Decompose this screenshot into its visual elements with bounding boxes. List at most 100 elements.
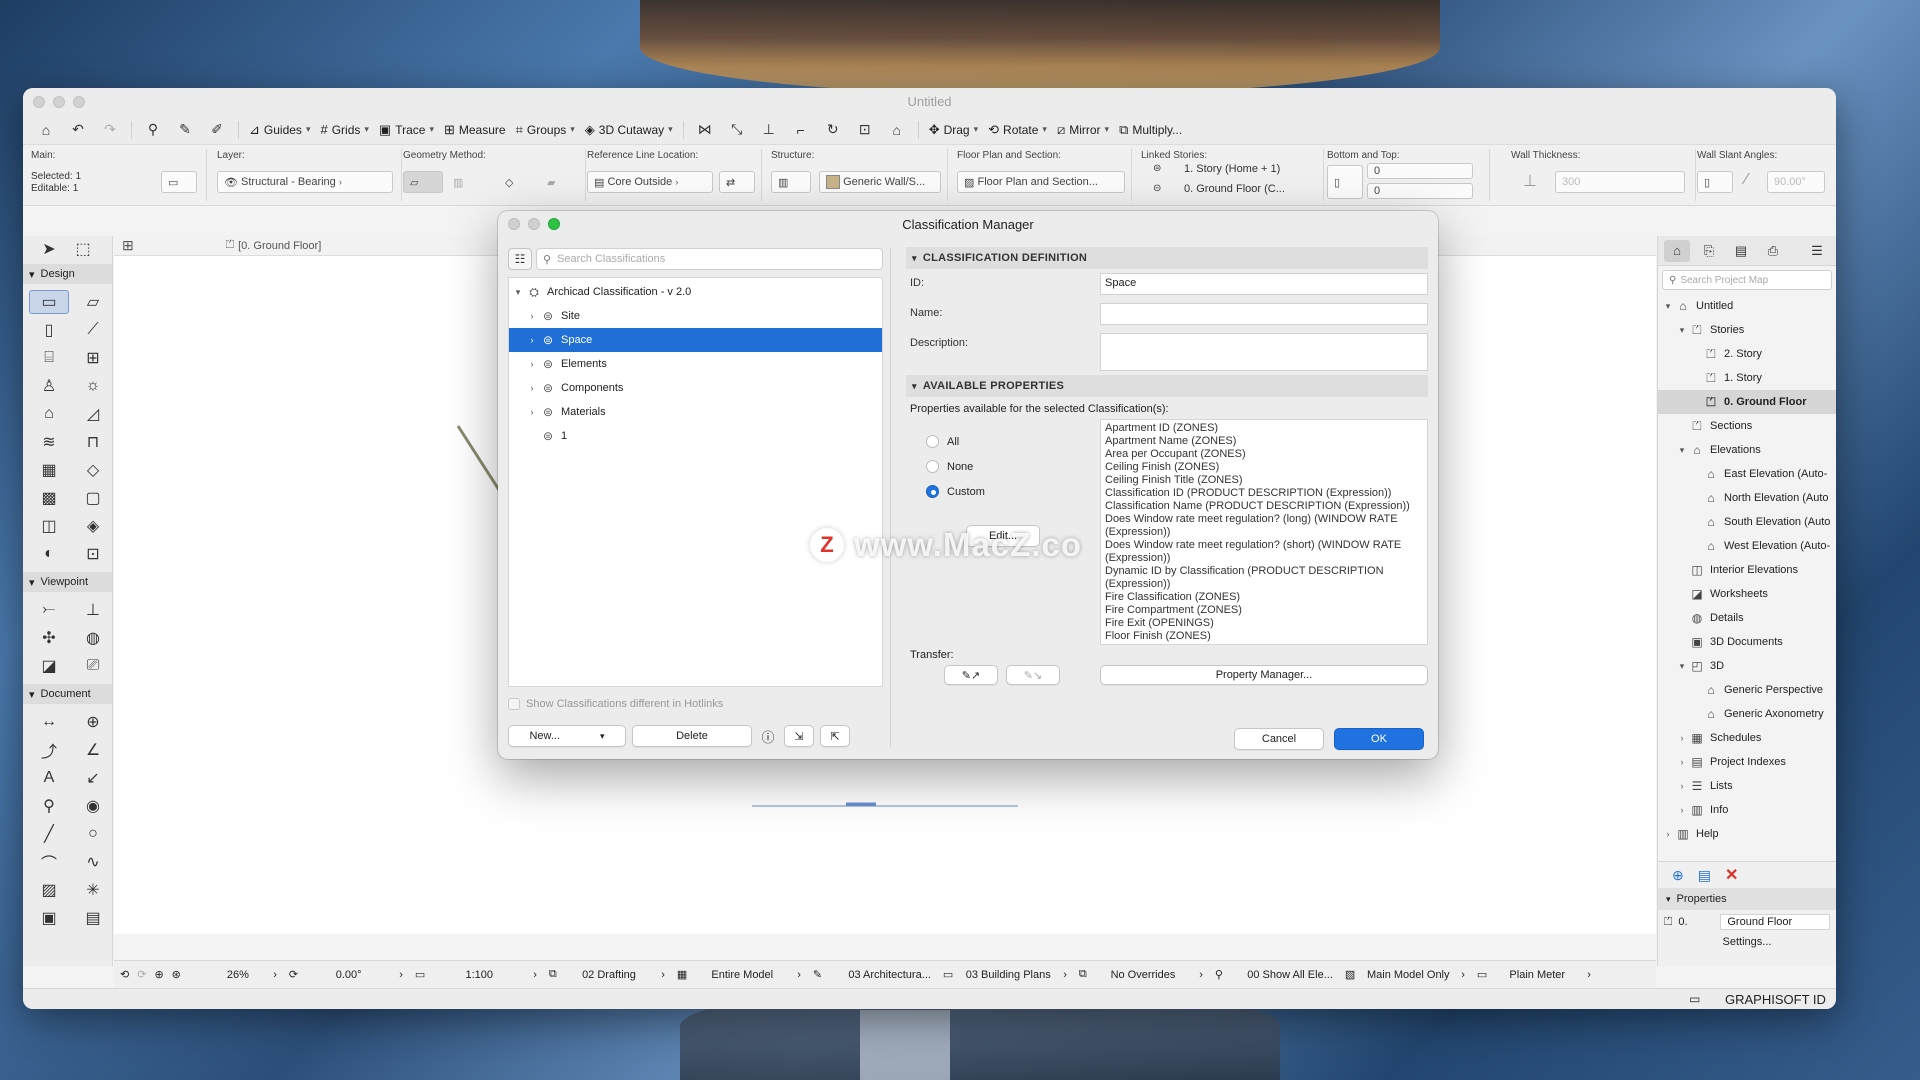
tree-item-1[interactable]: ⊜ 1 <box>509 424 882 448</box>
delete-button[interactable]: Delete <box>632 725 752 747</box>
bottom-offset-input[interactable]: 0 <box>1367 183 1473 199</box>
properties-header[interactable]: ▾ Properties <box>1658 888 1836 910</box>
redo-zoom-icon[interactable]: ⟳ <box>137 968 146 981</box>
guides-button[interactable]: ⊿ Guides ▾ <box>249 122 310 138</box>
import-icon[interactable]: ⇲ <box>784 725 814 747</box>
lamp-tool-icon[interactable]: ☼ <box>73 374 113 398</box>
multiply-button[interactable]: ⧉ Multiply... <box>1119 122 1182 138</box>
measure-button[interactable]: ⊞ Measure <box>444 122 506 138</box>
mirror-button[interactable]: ⧄ Mirror ▾ <box>1057 122 1109 138</box>
transfer-out-icon[interactable]: ✎↗ <box>944 665 998 685</box>
project-map-tab-icon[interactable]: ⌂ <box>1664 239 1690 262</box>
fit-in-window-icon[interactable]: ⊛ <box>172 968 181 981</box>
skylight-tool-icon[interactable]: ◫ <box>29 514 69 538</box>
tree-item-schedules[interactable]: › ▦ Schedules <box>1658 726 1836 750</box>
pick-up-icon[interactable]: ⚲ <box>142 120 164 140</box>
override-select[interactable]: ⧉ No Overrides › <box>1073 968 1209 981</box>
tree-item-story-1[interactable]: ⏍ 1. Story <box>1658 366 1836 390</box>
geometry-straight-button[interactable]: ▱ <box>403 171 443 193</box>
text-tool-icon[interactable]: A <box>29 766 69 790</box>
list-view-icon[interactable]: ☷ <box>508 248 532 270</box>
roof-tool-icon[interactable]: ⌂ <box>29 402 69 426</box>
section-tool-icon[interactable]: ⤚ <box>29 598 69 622</box>
tree-item-lists[interactable]: › ☰ Lists <box>1658 774 1836 798</box>
flip-refline-button[interactable]: ⇄ <box>719 171 755 193</box>
tree-item-story-2[interactable]: ⏍ 2. Story <box>1658 342 1836 366</box>
marker-tool-icon[interactable]: ⚲ <box>29 794 69 818</box>
pen-set-select[interactable]: ✎ 03 Architectura... <box>807 968 937 982</box>
graphisoft-id-icon[interactable]: ▭ <box>1689 992 1700 1006</box>
detail-tool-icon[interactable]: ◪ <box>29 654 69 678</box>
tree-item-south-elevation[interactable]: ⌂ South Elevation (Auto <box>1658 510 1836 534</box>
tree-item-north-elevation[interactable]: ⌂ North Elevation (Auto <box>1658 486 1836 510</box>
scale-select[interactable]: ▭ 1:100 › <box>409 968 543 982</box>
project-map-search[interactable]: ⚲ Search Project Map <box>1662 270 1832 290</box>
railing-tool-icon[interactable]: ⊓ <box>73 430 113 454</box>
zoom-in-icon[interactable]: ⊕ <box>154 968 163 981</box>
add-view-icon[interactable]: ⊕ <box>1672 867 1684 884</box>
zoom-controls[interactable]: ⟲ ⟳ ⊕ ⊛ <box>114 968 187 981</box>
interior-elevation-tool-icon[interactable]: ✣ <box>29 626 69 650</box>
tree-item-help[interactable]: › ▥ Help <box>1658 822 1836 846</box>
tree-item-worksheets[interactable]: ◪ Worksheets <box>1658 582 1836 606</box>
transfer-in-icon[interactable]: ✎↘ <box>1006 665 1060 685</box>
tree-item-info[interactable]: › ▥ Info <box>1658 798 1836 822</box>
linked-top-value[interactable]: 1. Story (Home + 1) <box>1184 163 1280 175</box>
split-icon[interactable]: ⋈ <box>694 120 716 140</box>
spline-tool-icon[interactable]: ∿ <box>73 850 113 874</box>
slab-tool-icon[interactable]: ▱ <box>73 290 113 314</box>
view-settings-icon[interactable]: ▤ <box>1698 867 1711 884</box>
structure-type-button[interactable]: ▥ <box>771 171 811 193</box>
offset-icon[interactable]: ↻ <box>822 120 844 140</box>
morph-tool-icon[interactable]: ▩ <box>29 486 69 510</box>
panel-tool-icon[interactable]: ◐ <box>29 542 69 566</box>
layout-book-tab-icon[interactable]: ▤ <box>1728 240 1754 262</box>
refline-select[interactable]: ▤ Core Outside › <box>587 171 713 193</box>
column-tool-icon[interactable]: ▯ <box>29 318 69 342</box>
geometry-polygon-button[interactable]: ◇ <box>499 171 529 193</box>
radial-dimension-tool-icon[interactable]: ⤴ <box>29 738 69 762</box>
mesh-tool-icon[interactable]: ◇ <box>73 458 113 482</box>
camera-tool-icon[interactable]: ⎚ <box>73 654 113 678</box>
arrow-tool-icon[interactable]: ➤ <box>37 237 61 261</box>
window-tool-icon[interactable]: ⊞ <box>73 346 113 370</box>
beam-tool-icon[interactable]: ⟋ <box>73 318 113 342</box>
tree-item-stories[interactable]: ▾ ⏍ Stories <box>1658 318 1836 342</box>
new-button[interactable]: New... ▾ <box>508 725 626 747</box>
shell-tool-icon[interactable]: ◿ <box>73 402 113 426</box>
design-section-header[interactable]: ▾ Design <box>23 264 112 284</box>
dialog-close-button[interactable] <box>508 218 520 230</box>
undo-icon[interactable]: ↶ <box>67 120 89 140</box>
dimension-tool-icon[interactable]: ↔ <box>29 710 69 734</box>
model-only-select[interactable]: ▧ Main Model Only › <box>1339 968 1471 982</box>
tree-item-ground-floor[interactable]: ⏍ 0. Ground Floor <box>1658 390 1836 414</box>
opening-tool-icon[interactable]: ◈ <box>73 514 113 538</box>
line-tool-icon[interactable]: ╱ <box>29 822 69 846</box>
tree-item-generic-perspective[interactable]: ⌂ Generic Perspective <box>1658 678 1836 702</box>
stair-tool-icon[interactable]: ≋ <box>29 430 69 454</box>
show-hotlinks-checkbox[interactable]: Show Classifications different in Hotlin… <box>508 695 883 713</box>
label-tool-icon[interactable]: ↙ <box>73 766 113 790</box>
definition-section-header[interactable]: ▾ CLASSIFICATION DEFINITION <box>906 247 1428 269</box>
tree-item-east-elevation[interactable]: ⌂ East Elevation (Auto- <box>1658 462 1836 486</box>
zone-tool-icon[interactable]: ▢ <box>73 486 113 510</box>
prop-name-field[interactable]: Ground Floor <box>1720 914 1831 930</box>
cutaway-button[interactable]: ◈ 3D Cutaway ▾ <box>585 122 673 138</box>
wall-tool-icon[interactable]: ▭ <box>29 290 69 314</box>
slant-input[interactable]: 90.00° <box>1767 171 1825 193</box>
tree-item-details[interactable]: ◍ Details <box>1658 606 1836 630</box>
tree-item-components[interactable]: › ⊜ Components <box>509 376 882 400</box>
worksheet-tool-icon[interactable]: ◍ <box>73 626 113 650</box>
tree-item-space[interactable]: › ⊜ Space <box>509 328 882 352</box>
zoom-select[interactable]: 26% › <box>187 969 283 981</box>
view-tab[interactable]: ⏍ [0. Ground Floor] <box>226 239 322 252</box>
eyedropper-icon[interactable]: ✎ <box>174 120 196 140</box>
marquee-tool-icon[interactable]: ⬚ <box>71 237 95 261</box>
tree-item-archicad-classification[interactable]: ▾ ⛭ Archicad Classification - v 2.0 <box>509 280 882 304</box>
layer-select[interactable]: 👁 Structural - Bearing › <box>217 171 393 193</box>
cancel-button[interactable]: Cancel <box>1234 728 1324 750</box>
tree-item-west-elevation[interactable]: ⌂ West Elevation (Auto- <box>1658 534 1836 558</box>
ok-button[interactable]: OK <box>1334 728 1424 750</box>
groups-button[interactable]: ⌗ Groups ▾ <box>516 122 575 138</box>
tree-item-elevations[interactable]: ▾ ⌂ Elevations <box>1658 438 1836 462</box>
